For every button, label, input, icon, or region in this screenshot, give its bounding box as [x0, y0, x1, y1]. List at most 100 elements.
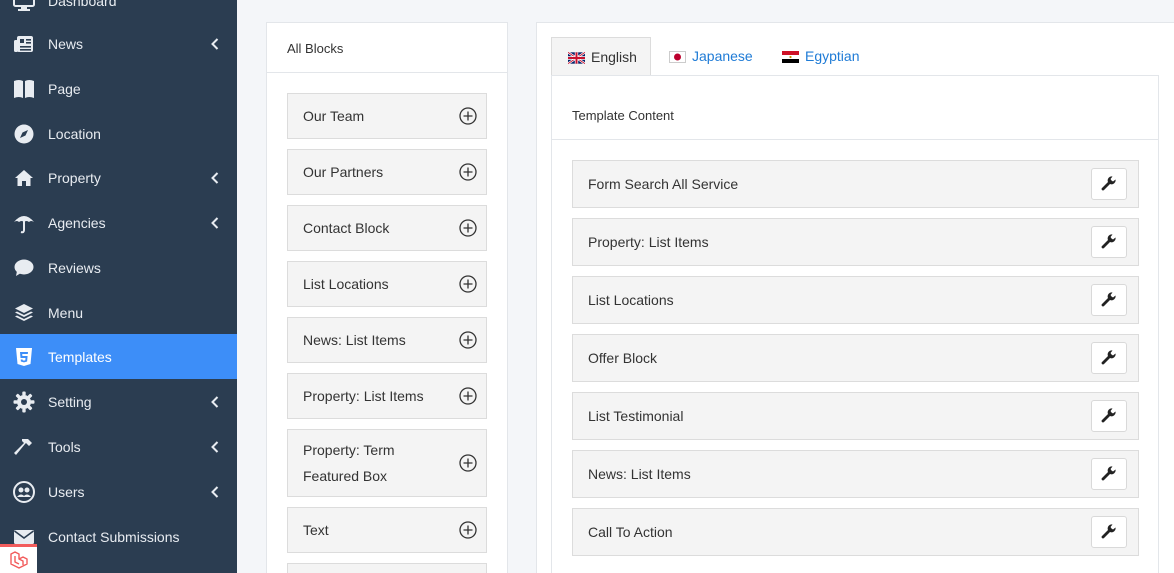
- tab-label: Japanese: [692, 48, 753, 64]
- plus-circle-icon[interactable]: [459, 387, 477, 405]
- umbrella-icon: [12, 211, 36, 235]
- block-item-label: Our Team: [303, 108, 365, 124]
- html5-icon: [12, 345, 36, 369]
- sidebar-item-label: Property: [48, 169, 101, 186]
- template-editor-panel: English Japanese Egyptian Template Conte…: [536, 22, 1174, 573]
- sidebar-item-page[interactable]: Page: [0, 66, 237, 111]
- template-item[interactable]: List Testimonial: [572, 392, 1139, 440]
- wrench-icon[interactable]: [1091, 516, 1127, 548]
- tab-english[interactable]: English: [551, 37, 651, 75]
- block-item[interactable]: Text: [287, 507, 487, 553]
- sidebar-item-menu[interactable]: Menu: [0, 290, 237, 335]
- plus-circle-icon[interactable]: [459, 107, 477, 125]
- compass-icon: [12, 122, 36, 146]
- block-item[interactable]: Property: Term Featured Box: [287, 429, 487, 497]
- sidebar-item-label: News: [48, 35, 84, 52]
- block-item-label: Contact Block: [303, 220, 390, 236]
- template-item-label: List Locations: [588, 292, 674, 308]
- block-item[interactable]: List Locations: [287, 261, 487, 307]
- block-item[interactable]: [287, 563, 487, 573]
- users-icon: [12, 480, 36, 504]
- book-icon: [12, 77, 36, 101]
- wrench-icon[interactable]: [1091, 342, 1127, 374]
- laravel-icon[interactable]: [0, 544, 37, 573]
- plus-circle-icon[interactable]: [459, 163, 477, 181]
- all-blocks-title: All Blocks: [267, 23, 507, 73]
- newspaper-icon: [12, 32, 36, 56]
- sidebar-item-label: Agencies: [48, 214, 106, 231]
- sidebar-item-templates[interactable]: Templates: [0, 334, 237, 379]
- template-item-label: Offer Block: [588, 350, 657, 366]
- sidebar-item-users[interactable]: Users: [0, 469, 237, 514]
- block-item[interactable]: Our Team: [287, 93, 487, 139]
- sidebar-item-agencies[interactable]: Agencies: [0, 200, 237, 245]
- wrench-icon[interactable]: [1091, 284, 1127, 316]
- sidebar-item-tools[interactable]: Tools: [0, 424, 237, 469]
- template-item[interactable]: List Locations: [572, 276, 1139, 324]
- sidebar-item-label: Users: [48, 483, 85, 500]
- sidebar: Dashboard News Page Location Property Ag…: [0, 0, 237, 573]
- egypt-flag-icon: [782, 50, 799, 63]
- layers-icon: [12, 301, 36, 325]
- block-item[interactable]: News: List Items: [287, 317, 487, 363]
- block-item[interactable]: Contact Block: [287, 205, 487, 251]
- sidebar-item-label: Dashboard: [48, 0, 117, 9]
- template-item[interactable]: News: List Items: [572, 450, 1139, 498]
- tab-japanese[interactable]: Japanese: [669, 37, 753, 75]
- sidebar-item-label: Tools: [48, 438, 81, 455]
- block-item[interactable]: Our Partners: [287, 149, 487, 195]
- chevron-left-icon: [209, 216, 221, 230]
- plus-circle-icon[interactable]: [459, 331, 477, 349]
- tab-label: Egyptian: [805, 48, 860, 64]
- sidebar-item-label: Menu: [48, 304, 84, 321]
- template-content-title: Template Content: [552, 76, 1158, 140]
- block-item-label: Text: [303, 522, 329, 538]
- template-item-label: News: List Items: [588, 466, 691, 482]
- uk-flag-icon: [567, 50, 586, 65]
- template-item-label: Form Search All Service: [588, 176, 739, 192]
- block-item-label: News: List Items: [303, 332, 406, 348]
- tab-label: English: [591, 48, 637, 65]
- sidebar-item-location[interactable]: Location: [0, 111, 237, 156]
- sidebar-item-label: Location: [48, 125, 101, 142]
- sidebar-item-label: Page: [48, 80, 81, 97]
- hammer-icon: [12, 435, 36, 459]
- template-item[interactable]: Property: List Items: [572, 218, 1139, 266]
- monitor-icon: [12, 0, 36, 13]
- home-icon: [12, 166, 36, 190]
- sidebar-item-property[interactable]: Property: [0, 155, 237, 200]
- template-item[interactable]: Form Search All Service: [572, 160, 1139, 208]
- block-item-label: List Locations: [303, 276, 389, 292]
- template-item[interactable]: Offer Block: [572, 334, 1139, 382]
- template-item-label: List Testimonial: [588, 408, 684, 424]
- wrench-icon[interactable]: [1091, 168, 1127, 200]
- plus-circle-icon[interactable]: [459, 454, 477, 472]
- sidebar-item-setting[interactable]: Setting: [0, 379, 237, 424]
- wrench-icon[interactable]: [1091, 226, 1127, 258]
- sidebar-item-reviews[interactable]: Reviews: [0, 245, 237, 290]
- sidebar-item-dashboard[interactable]: Dashboard: [0, 0, 237, 23]
- chevron-left-icon: [209, 440, 221, 454]
- gear-icon: [12, 390, 36, 414]
- chevron-left-icon: [209, 37, 221, 51]
- japan-flag-icon: [669, 50, 686, 63]
- block-item[interactable]: Property: List Items: [287, 373, 487, 419]
- sidebar-item-label: Reviews: [48, 259, 101, 276]
- template-content-box: Template Content Form Search All Service…: [551, 75, 1159, 573]
- all-blocks-panel: All Blocks Our Team Our Partners Contact…: [266, 22, 508, 573]
- template-item[interactable]: Call To Action: [572, 508, 1139, 556]
- sidebar-item-label: Templates: [48, 348, 112, 365]
- sidebar-item-label: Contact Submissions: [48, 528, 180, 545]
- plus-circle-icon[interactable]: [459, 275, 477, 293]
- tab-egyptian[interactable]: Egyptian: [782, 37, 859, 75]
- plus-circle-icon[interactable]: [459, 219, 477, 237]
- comment-icon: [12, 256, 36, 280]
- block-item-label: Property: List Items: [303, 388, 424, 404]
- block-item-label: Property: Term Featured Box: [303, 442, 395, 484]
- plus-circle-icon[interactable]: [459, 521, 477, 539]
- sidebar-item-news[interactable]: News: [0, 21, 237, 66]
- template-item-label: Call To Action: [588, 524, 673, 540]
- wrench-icon[interactable]: [1091, 458, 1127, 490]
- sidebar-item-label: Setting: [48, 393, 92, 410]
- wrench-icon[interactable]: [1091, 400, 1127, 432]
